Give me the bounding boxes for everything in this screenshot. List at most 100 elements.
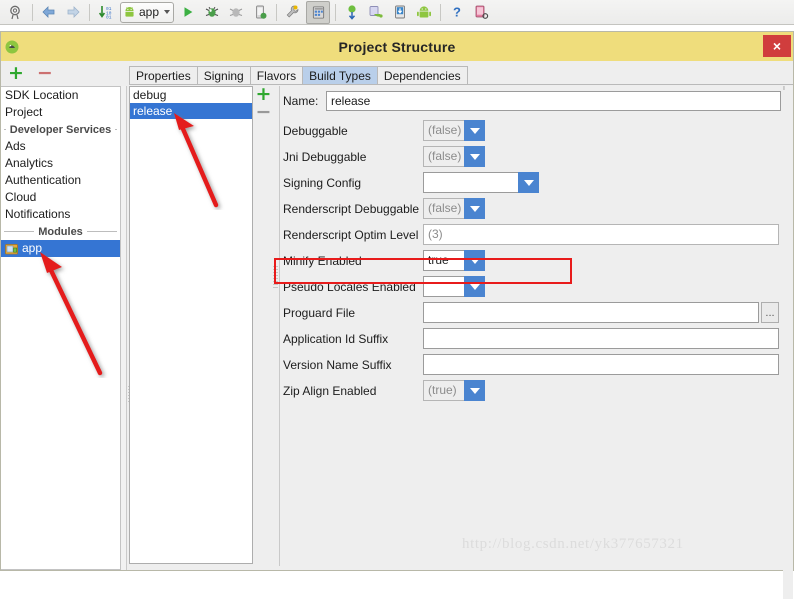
combo-value: (false): [423, 198, 464, 219]
row-signing-config: Signing Config: [280, 170, 785, 195]
row-pseudo-locales-enabled: Pseudo Locales Enabled: [280, 274, 785, 299]
version-name-suffix-input[interactable]: [423, 354, 779, 375]
minify-enabled-combo[interactable]: true: [423, 250, 485, 271]
chevron-down-icon[interactable]: [464, 146, 485, 167]
debuggable-combo[interactable]: (false): [423, 120, 485, 141]
sidebar-item-label: app: [22, 241, 43, 255]
run-configuration-combo[interactable]: app: [120, 1, 175, 23]
sidebar-item-ads[interactable]: Ads: [1, 138, 120, 155]
layout-inspector-icon[interactable]: [365, 2, 387, 23]
sidebar-item-app[interactable]: app: [1, 240, 120, 257]
row-label: Zip Align Enabled: [283, 383, 377, 398]
attach-debugger-icon[interactable]: [249, 2, 271, 23]
row-renderscript-optim-level: Renderscript Optim Level (3): [280, 222, 785, 247]
dialog-titlebar: Project Structure ×: [1, 32, 793, 61]
chevron-down-icon[interactable]: [464, 276, 485, 297]
row-label: Renderscript Optim Level: [283, 227, 419, 242]
chevron-down-icon[interactable]: [464, 250, 485, 271]
tab-build-types[interactable]: Build Types: [302, 66, 377, 85]
pseudo-locales-enabled-combo[interactable]: [423, 276, 485, 297]
name-input[interactable]: release: [326, 90, 781, 111]
row-label: Minify Enabled: [283, 253, 362, 268]
row-proguard-file: Proguard File ...: [280, 300, 785, 325]
signing-config-combo[interactable]: [423, 172, 539, 193]
sidebar-item-cloud[interactable]: Cloud: [1, 189, 120, 206]
combo-value: [423, 172, 518, 193]
device-monitor-icon[interactable]: [470, 2, 492, 23]
chevron-down-icon[interactable]: [518, 172, 539, 193]
combo-value: (false): [423, 146, 464, 167]
proguard-browse-button[interactable]: ...: [761, 302, 779, 323]
tab-label: Signing: [203, 69, 244, 83]
device-file-explorer-icon[interactable]: [389, 2, 411, 23]
coverage-icon[interactable]: [225, 2, 247, 23]
sidebar-add-button[interactable]: +: [8, 64, 24, 83]
sdk-manager-icon[interactable]: [282, 2, 304, 23]
application-id-suffix-input[interactable]: [423, 328, 779, 349]
avd-manager-icon[interactable]: [341, 2, 363, 23]
combo-value: (true): [423, 380, 464, 401]
tab-signing[interactable]: Signing: [196, 66, 250, 85]
sidebar-item-label: Notifications: [5, 207, 71, 221]
build-type-item-release[interactable]: release: [130, 103, 252, 119]
row-renderscript-debuggable: Renderscript Debuggable (false): [280, 196, 785, 221]
build-type-form: Name: release Debuggable (false) Jni Deb…: [279, 86, 784, 566]
sidebar-item-label: Analytics: [5, 156, 54, 170]
jni-debuggable-combo[interactable]: (false): [423, 146, 485, 167]
sidebar-item-sdk-location[interactable]: SDK Location: [1, 87, 120, 104]
remove-build-type-button[interactable]: −: [256, 103, 272, 122]
tab-dependencies[interactable]: Dependencies: [376, 66, 468, 85]
row-label: Debuggable: [283, 123, 348, 138]
sidebar-remove-button[interactable]: −: [37, 64, 53, 83]
sidebar-item-authentication[interactable]: Authentication: [1, 172, 120, 189]
sidebar-item-label: Authentication: [5, 173, 82, 187]
chevron-down-icon[interactable]: [464, 198, 485, 219]
chevron-down-icon[interactable]: [464, 380, 485, 401]
proguard-file-input[interactable]: [423, 302, 759, 323]
renderscript-debuggable-combo[interactable]: (false): [423, 198, 485, 219]
toolbar-separator: [32, 3, 33, 21]
search-everywhere-icon[interactable]: [5, 2, 27, 23]
run-configuration-label: app: [139, 5, 160, 19]
debug-icon[interactable]: [201, 2, 223, 23]
sidebar-toolbar: + −: [1, 61, 127, 86]
navigate-forward-icon[interactable]: [62, 2, 84, 23]
close-icon[interactable]: ×: [763, 35, 791, 57]
build-types-splitter[interactable]: [272, 86, 279, 566]
tab-label: Build Types: [309, 69, 371, 83]
tabstrip: Properties Signing Flavors Build Types D…: [129, 65, 468, 85]
toolbar-separator: [440, 3, 442, 21]
content-area: Properties Signing Flavors Build Types D…: [129, 61, 793, 570]
build-type-label: debug: [133, 88, 167, 102]
sidebar-item-label: Ads: [5, 139, 26, 153]
sidebar-item-label: Project: [5, 105, 43, 119]
tabstrip-underline: [129, 84, 793, 85]
build-types-list: debug release: [129, 86, 253, 564]
project-structure-icon[interactable]: [306, 0, 331, 24]
ide-toolbar: 01 10 01 app ?: [0, 0, 794, 25]
build-types-buttons: + −: [255, 85, 272, 122]
renderscript-optim-level-input[interactable]: (3): [423, 224, 779, 245]
combo-value: (false): [423, 120, 464, 141]
row-label: Signing Config: [283, 175, 362, 190]
run-icon[interactable]: [177, 2, 199, 23]
name-label: Name:: [283, 93, 319, 108]
module-icon: [5, 243, 18, 255]
row-label: Proguard File: [283, 305, 356, 320]
zip-align-enabled-combo[interactable]: (true): [423, 380, 485, 401]
build-type-item-debug[interactable]: debug: [130, 87, 252, 103]
sidebar-item-project[interactable]: Project: [1, 104, 120, 121]
sidebar-item-analytics[interactable]: Analytics: [1, 155, 120, 172]
sync-project-gradle-icon[interactable]: 01 10 01: [95, 2, 117, 23]
combo-value: true: [423, 250, 464, 271]
sidebar-item-notifications[interactable]: Notifications: [1, 206, 120, 223]
help-icon[interactable]: ?: [446, 2, 468, 23]
project-structure-dialog: Project Structure × + − SDK Location Pro…: [0, 31, 794, 599]
dialog-title: Project Structure: [338, 38, 456, 55]
chevron-down-icon[interactable]: [464, 120, 485, 141]
sidebar-list: SDK Location Project Developer Services …: [1, 86, 121, 570]
sidebar-item-label: SDK Location: [5, 88, 79, 102]
tab-properties[interactable]: Properties: [129, 66, 197, 85]
navigate-back-icon[interactable]: [38, 2, 60, 23]
android-icon[interactable]: [413, 2, 435, 23]
